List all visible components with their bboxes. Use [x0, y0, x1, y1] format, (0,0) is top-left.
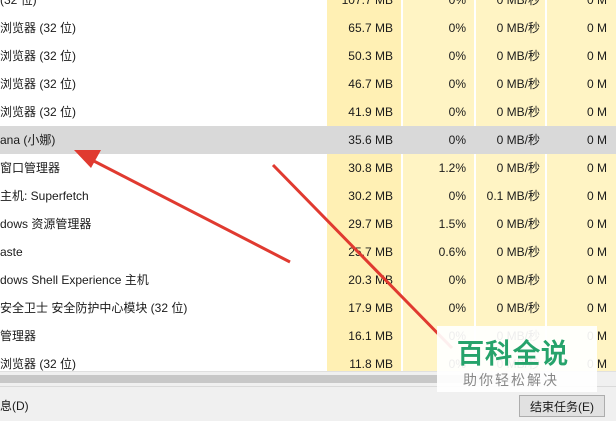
network-value: 0 M [586, 0, 607, 7]
disk-value: 0 MB/秒 [496, 161, 540, 175]
process-row[interactable]: dows 资源管理器 29.7 MB 1.5% 0 MB/秒 0 M [0, 210, 616, 238]
memory-value: 29.7 MB [348, 217, 393, 231]
process-row[interactable]: aste 25.7 MB 0.6% 0 MB/秒 0 M [0, 238, 616, 266]
memory-value: 107.7 MB [341, 0, 393, 7]
network-value: 0 M [586, 49, 607, 63]
memory-value: 11.8 MB [349, 357, 393, 371]
network-value: 0 M [586, 77, 607, 91]
process-row[interactable]: 安全卫士 安全防护中心模块 (32 位) 17.9 MB 0% 0 MB/秒 0 M [0, 294, 616, 322]
details-toggle-link[interactable]: 息(D) [0, 397, 29, 414]
process-row[interactable]: 浏览器 (32 位) 41.9 MB 0% 0 MB/秒 0 M [0, 98, 616, 126]
memory-value: 46.7 MB [348, 77, 393, 91]
process-name: dows Shell Experience 主机 [0, 273, 149, 287]
disk-value: 0 MB/秒 [496, 301, 540, 315]
disk-value: 0 MB/秒 [496, 217, 540, 231]
cpu-value: 1.5% [438, 217, 466, 231]
process-name: 安全卫士 安全防护中心模块 (32 位) [0, 301, 188, 315]
memory-value: 50.3 MB [348, 49, 393, 63]
network-value: 0 M [586, 217, 607, 231]
process-row[interactable]: (32 位) 107.7 MB 0% 0 MB/秒 0 M [0, 0, 616, 14]
process-list: (32 位) 107.7 MB 0% 0 MB/秒 0 M 浏览器 (32 位) 65.7 … [0, 0, 616, 371]
watermark-tagline: 助你轻松解决 [463, 373, 559, 389]
network-value: 0 M [586, 21, 607, 35]
cpu-value: 0% [448, 49, 466, 63]
memory-value: 65.7 MB [348, 21, 393, 35]
disk-value: 0 MB/秒 [496, 105, 540, 119]
process-name: aste [0, 245, 23, 259]
cpu-value: 0% [448, 21, 466, 35]
cpu-value: 0% [448, 133, 466, 147]
network-value: 0 M [586, 161, 607, 175]
watermark-logo: 百科全说 [457, 339, 569, 370]
cpu-value: 1.2% [438, 161, 466, 175]
memory-value: 41.9 MB [348, 105, 393, 119]
process-row[interactable]: 浏览器 (32 位) 65.7 MB 0% 0 MB/秒 0 M [0, 14, 616, 42]
process-name: 浏览器 (32 位) [0, 49, 77, 63]
process-name: ana (小娜) [0, 133, 56, 147]
process-name: 管理器 [0, 329, 37, 343]
disk-value: 0 MB/秒 [496, 133, 540, 147]
disk-value: 0 MB/秒 [496, 49, 540, 63]
process-row[interactable]: 主机: Superfetch 30.2 MB 0% 0.1 MB/秒 0 M [0, 182, 616, 210]
memory-value: 30.2 MB [348, 189, 393, 203]
memory-value: 20.3 MB [348, 273, 393, 287]
network-value: 0 M [586, 133, 607, 147]
process-row[interactable]: ana (小娜) 35.6 MB 0% 0 MB/秒 0 M [0, 126, 616, 154]
process-name: 浏览器 (32 位) [0, 105, 77, 119]
disk-value: 0 MB/秒 [496, 21, 540, 35]
process-row[interactable]: 浏览器 (32 位) 46.7 MB 0% 0 MB/秒 0 M [0, 70, 616, 98]
memory-value: 30.8 MB [348, 161, 393, 175]
process-row[interactable]: dows Shell Experience 主机 20.3 MB 0% 0 MB/秒 0… [0, 266, 616, 294]
process-row[interactable]: 浏览器 (32 位) 50.3 MB 0% 0 MB/秒 0 M [0, 42, 616, 70]
cpu-value: 0% [448, 105, 466, 119]
cpu-value: 0% [448, 77, 466, 91]
cpu-value: 0% [448, 273, 466, 287]
disk-value: 0 MB/秒 [496, 273, 540, 287]
process-name: 窗口管理器 [0, 161, 61, 175]
process-name: dows 资源管理器 [0, 217, 92, 231]
watermark: 百科全说 助你轻松解决 [437, 326, 597, 392]
network-value: 0 M [586, 273, 607, 287]
cpu-value: 0.6% [438, 245, 466, 259]
cpu-value: 0% [448, 189, 466, 203]
network-value: 0 M [586, 301, 607, 315]
memory-value: 25.7 MB [348, 245, 393, 259]
memory-value: 17.9 MB [348, 301, 393, 315]
disk-value: 0.1 MB/秒 [486, 189, 540, 203]
end-task-button[interactable]: 结束任务(E) [519, 395, 605, 417]
network-value: 0 M [586, 189, 607, 203]
process-name: (32 位) [0, 0, 37, 7]
disk-value: 0 MB/秒 [496, 0, 540, 7]
network-value: 0 M [586, 105, 607, 119]
disk-value: 0 MB/秒 [496, 245, 540, 259]
process-name: 浏览器 (32 位) [0, 21, 77, 35]
process-name: 浏览器 (32 位) [0, 77, 77, 91]
memory-value: 16.1 MB [348, 329, 393, 343]
cpu-value: 0% [448, 0, 466, 7]
network-value: 0 M [586, 245, 607, 259]
process-row[interactable]: 窗口管理器 30.8 MB 1.2% 0 MB/秒 0 M [0, 154, 616, 182]
process-name: 主机: Superfetch [0, 189, 89, 203]
process-name: 浏览器 (32 位) [0, 357, 77, 371]
disk-value: 0 MB/秒 [496, 77, 540, 91]
cpu-value: 0% [448, 301, 466, 315]
memory-value: 35.6 MB [348, 133, 393, 147]
